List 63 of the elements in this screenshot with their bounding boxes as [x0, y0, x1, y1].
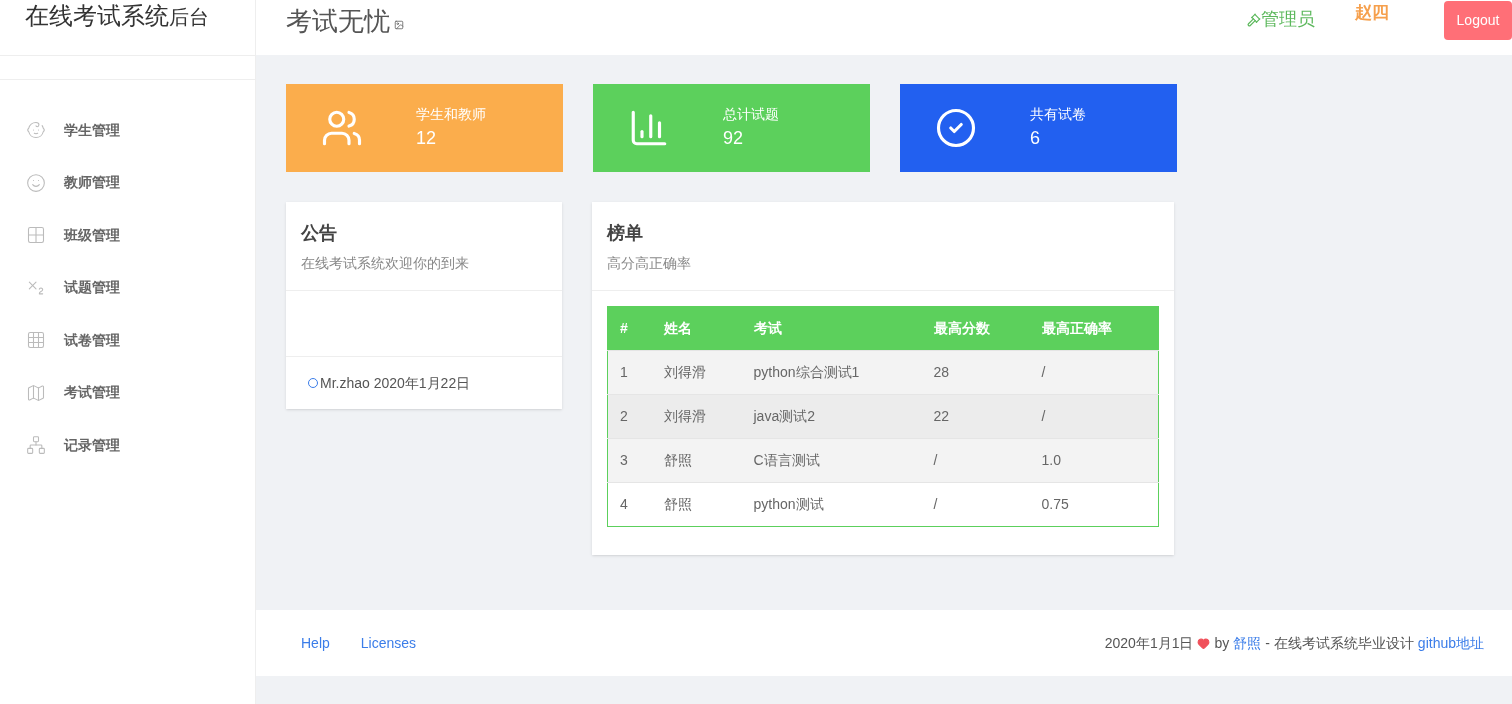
table-cell: python测试	[741, 482, 922, 527]
sidebar-item[interactable]: 学生管理	[0, 104, 255, 157]
stat-label: 学生和教师	[416, 105, 486, 124]
stat-value: 12	[416, 127, 438, 150]
sidebar-item[interactable]: 班级管理	[0, 209, 255, 262]
column-header: #	[607, 306, 652, 351]
table-cell: /	[1029, 350, 1159, 395]
footer-link[interactable]: Licenses	[360, 632, 417, 654]
notice-entry: Mr.zhao 2020年1月22日	[320, 373, 471, 393]
user-name: 赵四	[1355, 2, 1389, 24]
table-cell: /	[921, 438, 1030, 483]
hierarchy-icon	[26, 435, 46, 456]
brand-title: 在线考试系统后台	[25, 1, 209, 31]
check-circle-icon	[935, 107, 977, 149]
table-cell: 22	[921, 394, 1030, 439]
table-cell: 0.75	[1029, 482, 1159, 527]
column-header: 最高正确率	[1029, 306, 1159, 351]
footer-by: by	[1214, 633, 1230, 653]
sidebar-item[interactable]: 考试管理	[0, 366, 255, 419]
table-cell: java测试2	[741, 394, 922, 439]
map-icon	[26, 382, 46, 403]
card-subtitle: 在线考试系统欢迎你的到来	[301, 254, 470, 273]
table-cell: 刘得滑	[651, 350, 742, 395]
table-grid-icon	[26, 330, 46, 351]
heart-icon	[1197, 636, 1211, 650]
sidebar-item[interactable]: 记录管理	[0, 419, 255, 472]
table-cell: 4	[607, 482, 652, 527]
table-cell: 3	[607, 438, 652, 483]
table-cell: /	[1029, 394, 1159, 439]
column-header: 姓名	[651, 306, 742, 351]
sidebar-item[interactable]: 试卷管理	[0, 314, 255, 367]
github-link[interactable]: github地址	[1417, 632, 1484, 654]
sidebar-item[interactable]: 试题管理	[0, 261, 255, 314]
table-cell: 舒照	[651, 438, 742, 483]
sidebar-item[interactable]: 教师管理	[0, 156, 255, 209]
column-header: 考试	[741, 306, 922, 351]
gavel-icon	[1247, 12, 1261, 27]
stat-value: 92	[723, 127, 745, 150]
column-header: 最高分数	[921, 306, 1030, 351]
card-title: 公告	[301, 222, 338, 245]
table-cell: python综合测试1	[741, 350, 922, 395]
footer-date: 2020年1月1日	[1104, 633, 1194, 653]
table-cell: 1	[607, 350, 652, 395]
footer-note: - 在线考试系统毕业设计	[1265, 633, 1414, 653]
stat-label: 共有试卷	[1030, 105, 1086, 124]
page-title: 考试无忧	[286, 5, 390, 38]
table-cell: 28	[921, 350, 1030, 395]
stat-label: 总计试题	[723, 105, 779, 124]
author-link[interactable]: 舒照	[1233, 632, 1262, 654]
card-title: 榜单	[607, 222, 644, 245]
table-cell: 1.0	[1029, 438, 1159, 483]
face-icon	[26, 172, 46, 193]
grid-icon	[26, 225, 46, 246]
table-cell: 舒照	[651, 482, 742, 527]
footer-link[interactable]: Help	[301, 632, 330, 654]
table-cell: /	[921, 482, 1030, 527]
stat-value: 6	[1030, 127, 1041, 150]
image-icon	[394, 20, 404, 30]
table-cell: 2	[607, 394, 652, 439]
card-subtitle: 高分高正确率	[607, 254, 692, 273]
table-cell: 刘得滑	[651, 394, 742, 439]
baby-face-icon	[26, 120, 46, 141]
table-cell: C语言测试	[741, 438, 922, 483]
